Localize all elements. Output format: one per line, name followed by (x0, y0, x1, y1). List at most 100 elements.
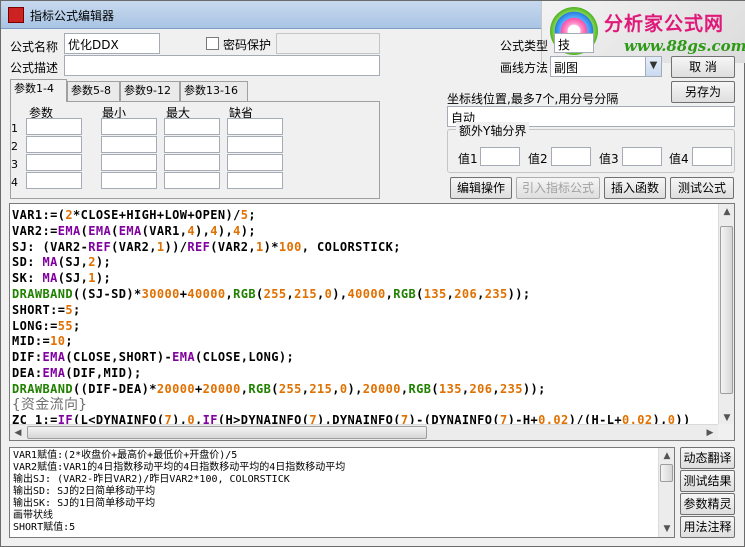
y-value-3-input[interactable] (622, 147, 662, 166)
formula-desc-input[interactable] (64, 55, 380, 76)
code-token: RGB (233, 287, 256, 301)
code-token: ( (416, 287, 424, 301)
param-4-min-input[interactable] (101, 172, 157, 189)
tab-params-5-8[interactable]: 参数5-8 (67, 81, 120, 101)
param-2-min-input[interactable] (101, 136, 157, 153)
code-line: SHORT:=5; (12, 302, 81, 318)
code-line: DRAWBAND((DIF-DEA)*20000+20000,RGB(255,2… (12, 381, 546, 397)
code-token: 235 (484, 287, 508, 301)
param-4-default-input[interactable] (227, 172, 283, 189)
save-as-button[interactable]: 另存为 (671, 81, 735, 103)
param-wizard-button[interactable]: 参数精灵 (680, 493, 735, 515)
formula-name-input[interactable]: 优化DDX (64, 33, 160, 54)
code-vertical-scrollbar[interactable]: ▲ ▼ (718, 204, 734, 426)
scroll-thumb[interactable] (660, 464, 673, 482)
code-token: VAR1:=( (12, 208, 66, 222)
scroll-up-icon[interactable]: ▲ (719, 204, 734, 220)
code-token: ( (271, 381, 279, 396)
test-formula-button[interactable]: 测试公式 (670, 177, 734, 199)
code-token: 235 (500, 381, 523, 396)
code-line: VAR1:=(2*CLOSE+HIGH+LOW+OPEN)/5; (12, 207, 256, 223)
scroll-up-icon[interactable]: ▲ (659, 448, 674, 464)
param-1-name-input[interactable] (26, 118, 82, 135)
y-value-4-input[interactable] (692, 147, 732, 166)
usage-notes-button[interactable]: 用法注释 (680, 516, 735, 538)
param-3-min-input[interactable] (101, 154, 157, 171)
coord-lines-label: 坐标线位置,最多7个,用分号分隔 (447, 92, 619, 106)
tab-params-9-12[interactable]: 参数9-12 (120, 81, 180, 101)
logo-brand-text: 分析家公式网 (604, 13, 725, 35)
insert-function-button[interactable]: 插入函数 (604, 177, 666, 199)
code-token: 215 (309, 381, 333, 396)
import-formula-button[interactable]: 引入指标公式 (516, 177, 600, 199)
param-3-default-input[interactable] (227, 154, 283, 171)
code-editor[interactable]: ZC_1:=IF(L<DYNAINFO(7),0,IF(H>DYNAINFO(7… (9, 203, 735, 441)
output-line: 画带状线 (13, 510, 53, 521)
param-1-max-input[interactable] (164, 118, 220, 135)
code-token: EMA (118, 223, 142, 238)
code-token: MID:= (12, 334, 51, 349)
param-4-name-input[interactable] (26, 172, 82, 189)
code-token: , (332, 381, 340, 396)
code-line: DRAWBAND((SJ-SD)*30000+40000,RGB(255,215… (12, 286, 531, 302)
code-token: ( (256, 287, 264, 301)
code-token: , (492, 381, 500, 396)
code-token: 40000 (187, 287, 226, 301)
code-token: ); (95, 271, 112, 286)
code-token: ( (431, 381, 439, 396)
param-3-max-input[interactable] (164, 154, 220, 171)
code-token: ( (195, 350, 203, 365)
code-token: 2 (88, 255, 96, 270)
code-token: 206 (469, 381, 493, 396)
code-token: HIGH (126, 208, 157, 222)
formula-type-select[interactable]: 技 (554, 33, 594, 53)
formula-type-label: 公式类型 (500, 39, 549, 53)
code-token: 30000 (141, 287, 180, 301)
param-1-min-input[interactable] (101, 118, 157, 135)
translation-output[interactable]: SHORT赋值:5 画带状线 输出SK: SJ的1日简单移动平均 输出SD: SJ的2… (9, 447, 675, 538)
param-4-max-input[interactable] (164, 172, 220, 189)
dynamic-translate-button[interactable]: 动态翻译 (680, 447, 735, 469)
code-token: , (301, 239, 317, 254)
tab-params-1-4[interactable]: 参数1-4 (10, 79, 67, 102)
scroll-thumb[interactable] (27, 426, 427, 439)
code-token: 55 (57, 318, 73, 333)
param-2-default-input[interactable] (227, 136, 283, 153)
code-horizontal-scrollbar[interactable]: ◀ ▶ (10, 424, 718, 440)
param-3-name-input[interactable] (26, 154, 82, 171)
code-line: VAR2:=EMA(EMA(EMA(VAR1,4),4),4); (12, 223, 256, 239)
output-vertical-scrollbar[interactable]: ▲ ▼ (658, 448, 674, 537)
draw-method-select[interactable]: 副图 ▼ (550, 56, 662, 77)
y-value-4-label: 值4 (669, 152, 689, 166)
code-token: SK: (12, 271, 43, 286)
password-protect-checkbox[interactable] (206, 37, 219, 50)
param-2-name-input[interactable] (26, 136, 82, 153)
code-token: 20000 (362, 381, 401, 396)
chevron-down-icon[interactable]: ▼ (645, 57, 661, 76)
code-token: ( (111, 223, 119, 238)
code-line: SD: MA(SJ,2); (12, 254, 111, 270)
code-token: DRAWBAND (12, 287, 73, 301)
code-token: MA (42, 271, 58, 286)
code-token: EMA (88, 223, 112, 238)
code-token: (VAR2, (210, 239, 256, 254)
cancel-button[interactable]: 取 消 (671, 56, 735, 78)
scroll-right-icon[interactable]: ▶ (702, 425, 718, 440)
y-value-1-input[interactable] (480, 147, 520, 166)
code-token: VAR2:= (12, 223, 58, 238)
edit-ops-button[interactable]: 编辑操作 (450, 177, 512, 199)
scroll-left-icon[interactable]: ◀ (10, 425, 26, 440)
code-token: ; (65, 334, 73, 349)
code-token: ; (73, 318, 81, 333)
code-token: , (225, 287, 234, 301)
code-token: 10 (50, 334, 66, 349)
param-2-max-input[interactable] (164, 136, 220, 153)
y-value-2-input[interactable] (551, 147, 591, 166)
param-1-default-input[interactable] (227, 118, 283, 135)
test-result-button[interactable]: 测试结果 (680, 470, 735, 492)
tab-params-13-16[interactable]: 参数13-16 (180, 81, 248, 101)
param-row-number: 1 (11, 122, 18, 135)
scroll-thumb[interactable] (720, 226, 733, 394)
code-token: CLOSE (80, 208, 119, 222)
scroll-down-icon[interactable]: ▼ (659, 521, 674, 537)
